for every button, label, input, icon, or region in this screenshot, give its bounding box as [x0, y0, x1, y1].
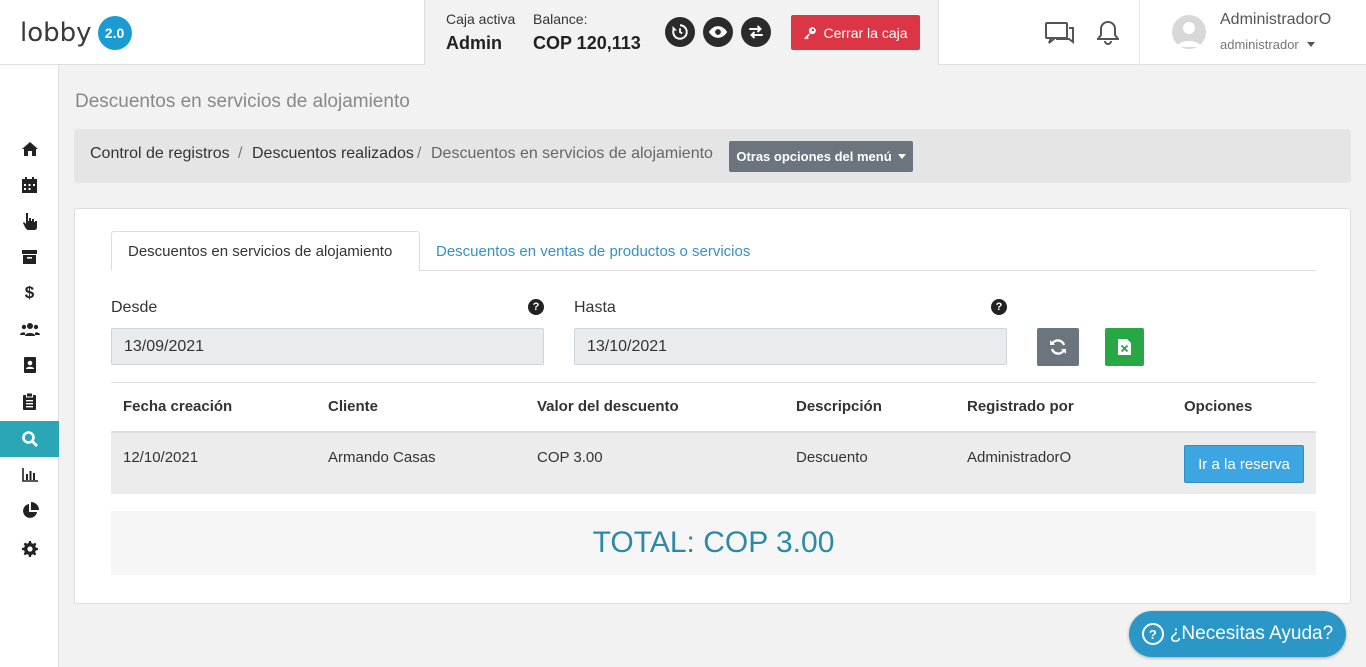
app-logo[interactable]: lobby 2.0 — [20, 16, 132, 50]
chevron-down-icon — [1307, 42, 1315, 47]
active-cash-value: Admin — [446, 33, 502, 53]
from-date-input[interactable]: 13/09/2021 — [111, 328, 544, 365]
refresh-icon — [1050, 339, 1066, 355]
column-header-descripcion[interactable]: Descripción — [796, 398, 882, 415]
sidebar: $ — [0, 65, 59, 667]
version-badge: 2.0 — [97, 16, 132, 50]
messages-button[interactable] — [1045, 22, 1075, 51]
history-icon — [672, 24, 688, 40]
key-icon — [804, 26, 817, 39]
caret-down-icon — [897, 154, 906, 159]
table-row: 12/10/2021 Armando Casas COP 3.00 Descue… — [111, 431, 1316, 494]
active-cash-label: Caja activa — [446, 11, 516, 27]
transfer-button[interactable] — [741, 17, 771, 47]
question-icon[interactable]: ? — [528, 299, 544, 315]
calendar-icon — [22, 177, 37, 193]
breadcrumb-item-descuentos[interactable]: Descuentos realizados — [252, 145, 414, 163]
search-icon — [21, 431, 38, 447]
column-header-fecha[interactable]: Fecha creación — [123, 398, 232, 415]
breadcrumb-separator: / — [238, 145, 243, 162]
user-menu[interactable]: AdministradorO administrador — [1139, 0, 1366, 65]
user-icon — [1177, 22, 1201, 47]
discounts-card: Descuentos en servicios de alojamiento D… — [74, 208, 1351, 604]
sidebar-item-search[interactable] — [0, 421, 59, 457]
sidebar-item-home[interactable] — [0, 131, 59, 167]
sidebar-item-statistics[interactable] — [0, 493, 59, 529]
archive-icon — [22, 250, 37, 264]
bar-chart-icon — [21, 468, 38, 482]
eye-icon — [708, 26, 728, 38]
to-label: Hasta — [574, 299, 616, 316]
tab-sales-discounts[interactable]: Descuentos en ventas de productos o serv… — [420, 231, 766, 271]
notifications-button[interactable] — [1096, 20, 1120, 51]
pie-chart-icon — [22, 502, 39, 518]
sidebar-item-contacts[interactable] — [0, 347, 59, 383]
breadcrumb-item-registros[interactable]: Control de registros — [90, 145, 230, 163]
clipboard-icon — [23, 392, 36, 410]
cell-fecha: 12/10/2021 — [123, 449, 199, 466]
user-name: AdministradorO — [1220, 11, 1332, 28]
chat-icon — [1045, 22, 1074, 44]
view-button[interactable] — [703, 17, 733, 47]
pointer-icon — [23, 213, 37, 230]
exchange-icon — [749, 25, 763, 39]
breadcrumb-separator: / — [417, 145, 422, 162]
history-button[interactable] — [665, 17, 695, 47]
sidebar-item-calendar[interactable] — [0, 167, 59, 203]
refresh-button[interactable] — [1037, 328, 1079, 366]
dollar-icon: $ — [24, 283, 35, 302]
go-to-reservation-button[interactable]: Ir a la reserva — [1184, 445, 1304, 483]
other-options-menu-button[interactable]: Otras opciones del menú — [729, 141, 913, 172]
table-divider — [111, 382, 1316, 383]
sidebar-item-pointer[interactable] — [0, 203, 59, 239]
sidebar-item-clipboard[interactable] — [0, 383, 59, 419]
cell-registrado: AdministradorO — [967, 449, 1072, 466]
to-date-input[interactable]: 13/10/2021 — [574, 328, 1007, 365]
cell-descripcion: Descuento — [796, 449, 868, 466]
close-cash-label: Cerrar la caja — [823, 24, 908, 41]
column-header-opciones: Opciones — [1184, 398, 1253, 415]
sidebar-item-finance[interactable]: $ — [0, 275, 59, 311]
export-excel-button[interactable] — [1105, 328, 1144, 366]
user-role: administrador — [1220, 37, 1299, 52]
logo-text: lobby — [20, 18, 92, 48]
column-header-registrado[interactable]: Registrado por — [967, 398, 1074, 415]
page-title: Descuentos en servicios de alojamiento — [75, 91, 410, 112]
cell-valor: COP 3.00 — [537, 449, 603, 466]
column-header-cliente[interactable]: Cliente — [328, 398, 378, 415]
cash-register-panel: Caja activa Admin Balance: COP 120,113 C… — [424, 0, 939, 65]
question-circle-icon: ? — [1141, 623, 1164, 645]
cell-cliente: Armando Casas — [328, 449, 436, 466]
help-button[interactable]: ? ¿Necesitas Ayuda? — [1129, 611, 1346, 657]
sidebar-item-settings[interactable] — [0, 531, 59, 567]
balance-label: Balance: — [533, 11, 588, 27]
gear-icon — [21, 541, 38, 557]
sidebar-item-users[interactable] — [0, 311, 59, 347]
from-label: Desde — [111, 299, 158, 316]
breadcrumb: Control de registros / Descuentos realiz… — [74, 129, 1351, 183]
help-button-label: ¿Necesitas Ayuda? — [1169, 623, 1334, 644]
total-box: TOTAL: COP 3.00 — [111, 511, 1316, 575]
sidebar-item-archive[interactable] — [0, 239, 59, 275]
home-icon — [21, 142, 38, 156]
tab-lodging-discounts[interactable]: Descuentos en servicios de alojamiento — [111, 231, 420, 271]
close-cash-button[interactable]: Cerrar la caja — [791, 15, 920, 50]
excel-file-icon — [1118, 339, 1131, 355]
breadcrumb-item-current: Descuentos en servicios de alojamiento — [431, 145, 713, 162]
column-header-valor[interactable]: Valor del descuento — [537, 398, 679, 415]
menu-button-label: Otras opciones del menú — [736, 149, 892, 164]
avatar — [1172, 15, 1206, 49]
question-icon[interactable]: ? — [991, 299, 1007, 315]
bell-icon — [1096, 20, 1120, 45]
sidebar-item-reports[interactable] — [0, 457, 59, 493]
balance-value: COP 120,113 — [533, 33, 641, 53]
contact-book-icon — [23, 357, 36, 373]
total-value: TOTAL: COP 3.00 — [592, 526, 835, 559]
top-header: lobby 2.0 Caja activa Admin Balance: COP… — [0, 0, 1366, 65]
users-icon — [19, 323, 40, 336]
